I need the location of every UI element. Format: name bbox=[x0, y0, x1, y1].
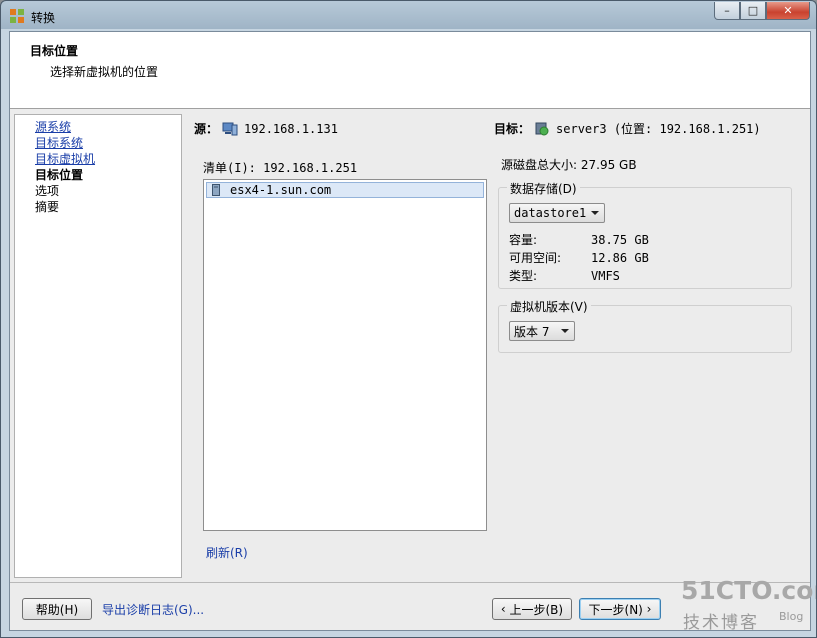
step-target-location: 目标位置 bbox=[35, 168, 84, 182]
watermark-main: 51CTO.com bbox=[681, 576, 816, 605]
vm-version-group: 虚拟机版本(V) 版本 7 bbox=[498, 298, 792, 353]
source-value: 192.168.1.131 bbox=[244, 121, 338, 136]
esx-host-icon bbox=[535, 122, 549, 135]
minimize-button[interactable]: – bbox=[714, 2, 740, 20]
wizard-header: 目标位置 选择新虚拟机的位置 bbox=[10, 32, 810, 109]
export-diagnostic-logs-link[interactable]: 导出诊断日志(G)... bbox=[102, 601, 204, 618]
inventory-item-label: esx4-1.sun.com bbox=[230, 183, 332, 197]
datastore-selected: datastore1 bbox=[514, 206, 587, 220]
type-row: 类型: VMFS bbox=[509, 267, 620, 284]
back-button-label: 上一步(B) bbox=[509, 602, 564, 617]
free-space-value: 12.86 GB bbox=[591, 251, 649, 265]
step-source-system[interactable]: 源系统 bbox=[35, 119, 181, 135]
vm-version-select[interactable]: 版本 7 bbox=[509, 321, 575, 341]
inventory-tree[interactable]: esx4-1.sun.com bbox=[203, 179, 487, 531]
host-icon bbox=[212, 184, 220, 196]
datastore-legend: 数据存储(D) bbox=[507, 180, 580, 197]
capacity-value: 38.75 GB bbox=[591, 233, 649, 247]
close-button[interactable]: ✕ bbox=[766, 2, 810, 20]
vm-version-legend: 虚拟机版本(V) bbox=[507, 298, 591, 315]
target-label: 目标： bbox=[494, 122, 531, 136]
target-info: 目标： server3 (位置: 192.168.1.251) bbox=[494, 120, 761, 137]
page-title: 目标位置 bbox=[30, 44, 79, 58]
watermark-sub: 技术博客 bbox=[683, 613, 759, 633]
inventory-label: 清单(I): 192.168.1.251 bbox=[203, 161, 358, 175]
step-target-system[interactable]: 目标系统 bbox=[35, 135, 181, 151]
type-value: VMFS bbox=[591, 269, 620, 283]
type-label: 类型: bbox=[509, 269, 538, 283]
step-summary: 摘要 bbox=[35, 200, 60, 214]
datastore-group: 数据存储(D) datastore1 容量: 38.75 GB 可用空间: 12.8… bbox=[498, 180, 792, 289]
next-button[interactable]: 下一步(N) › bbox=[579, 598, 661, 620]
converter-window: 转换 – □ ✕ 目标位置 选择新虚拟机的位置 源系统 目标系统 目标虚拟机 目… bbox=[0, 0, 817, 638]
converter-app-icon bbox=[10, 9, 24, 23]
chevron-right-icon: › bbox=[642, 602, 652, 616]
chevron-down-icon bbox=[561, 329, 569, 333]
capacity-label: 容量: bbox=[509, 233, 538, 247]
maximize-button[interactable]: □ bbox=[740, 2, 766, 20]
list-item[interactable]: esx4-1.sun.com bbox=[206, 182, 484, 198]
help-button[interactable]: 帮助(H) bbox=[22, 598, 92, 620]
refresh-link[interactable]: 刷新(R) bbox=[206, 544, 248, 561]
watermark: 51CTO.com 技术博客 Blog bbox=[681, 576, 816, 634]
free-space-label: 可用空间: bbox=[509, 251, 562, 265]
chevron-down-icon bbox=[591, 211, 599, 215]
window-title: 转换 bbox=[31, 11, 56, 25]
page-subtitle: 选择新虚拟机的位置 bbox=[50, 65, 159, 79]
source-disk-size: 源磁盘总大小: 27.95 GB bbox=[501, 158, 637, 172]
datastore-select[interactable]: datastore1 bbox=[509, 203, 605, 223]
capacity-row: 容量: 38.75 GB bbox=[509, 231, 649, 248]
chevron-left-icon: ‹ bbox=[500, 602, 510, 616]
wizard-steps-panel: 源系统 目标系统 目标虚拟机 目标位置 选项 摘要 bbox=[14, 114, 182, 578]
step-options: 选项 bbox=[35, 184, 60, 198]
watermark-blog: Blog bbox=[779, 610, 804, 623]
target-value: server3 (位置: 192.168.1.251) bbox=[556, 122, 761, 136]
physical-machine-icon bbox=[222, 122, 238, 135]
back-button[interactable]: ‹ 上一步(B) bbox=[492, 598, 572, 620]
source-info: 源： 192.168.1.131 bbox=[194, 120, 338, 137]
title-bar[interactable]: 转换 – □ ✕ bbox=[1, 1, 816, 31]
dialog-body: 目标位置 选择新虚拟机的位置 源系统 目标系统 目标虚拟机 目标位置 选项 摘要… bbox=[9, 31, 811, 631]
source-label: 源： bbox=[194, 122, 219, 136]
next-button-label: 下一步(N) bbox=[588, 602, 643, 617]
free-space-row: 可用空间: 12.86 GB bbox=[509, 249, 649, 266]
vm-version-selected: 版本 7 bbox=[514, 324, 550, 339]
step-target-vm[interactable]: 目标虚拟机 bbox=[35, 151, 181, 167]
